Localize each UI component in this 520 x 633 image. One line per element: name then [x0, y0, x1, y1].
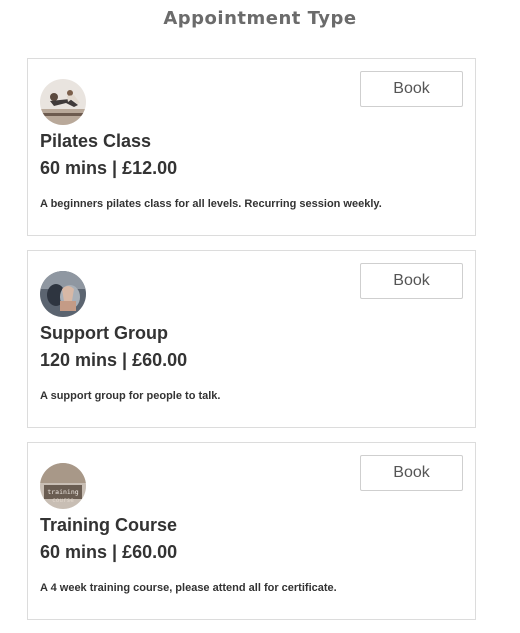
book-button[interactable]: Book: [360, 455, 463, 491]
appointment-name: Training Course: [40, 515, 178, 535]
appointment-duration-price: 60 mins | £60.00: [40, 542, 178, 562]
appointment-name: Support Group: [40, 323, 168, 343]
appointment-description: A 4 week training course, please attend …: [40, 582, 337, 594]
appointment-name: Pilates Class: [40, 131, 152, 151]
appointment-duration-price: 60 mins | £12.00: [40, 158, 178, 178]
appointment-card-pilates: Book Pilates Class 60 mins | £12.00 A be…: [27, 58, 476, 236]
training-photo: training course: [40, 463, 86, 509]
appointment-description: A beginners pilates class for all levels…: [40, 198, 382, 210]
appointment-duration-price: 120 mins | £60.00: [40, 350, 188, 370]
support-group-photo: [40, 271, 86, 317]
appointment-card-training: training course Book Training Course 60 …: [27, 442, 476, 620]
svg-text:course: course: [52, 497, 74, 504]
appointment-description: A support group for people to talk.: [40, 390, 221, 402]
book-button[interactable]: Book: [360, 263, 463, 299]
page-title: Appointment Type: [163, 8, 357, 29]
appointment-card-support-group: Book Support Group 120 mins | £60.00 A s…: [27, 250, 476, 428]
pilates-photo: [40, 79, 86, 125]
book-button[interactable]: Book: [360, 71, 463, 107]
svg-text:training: training: [47, 488, 78, 496]
